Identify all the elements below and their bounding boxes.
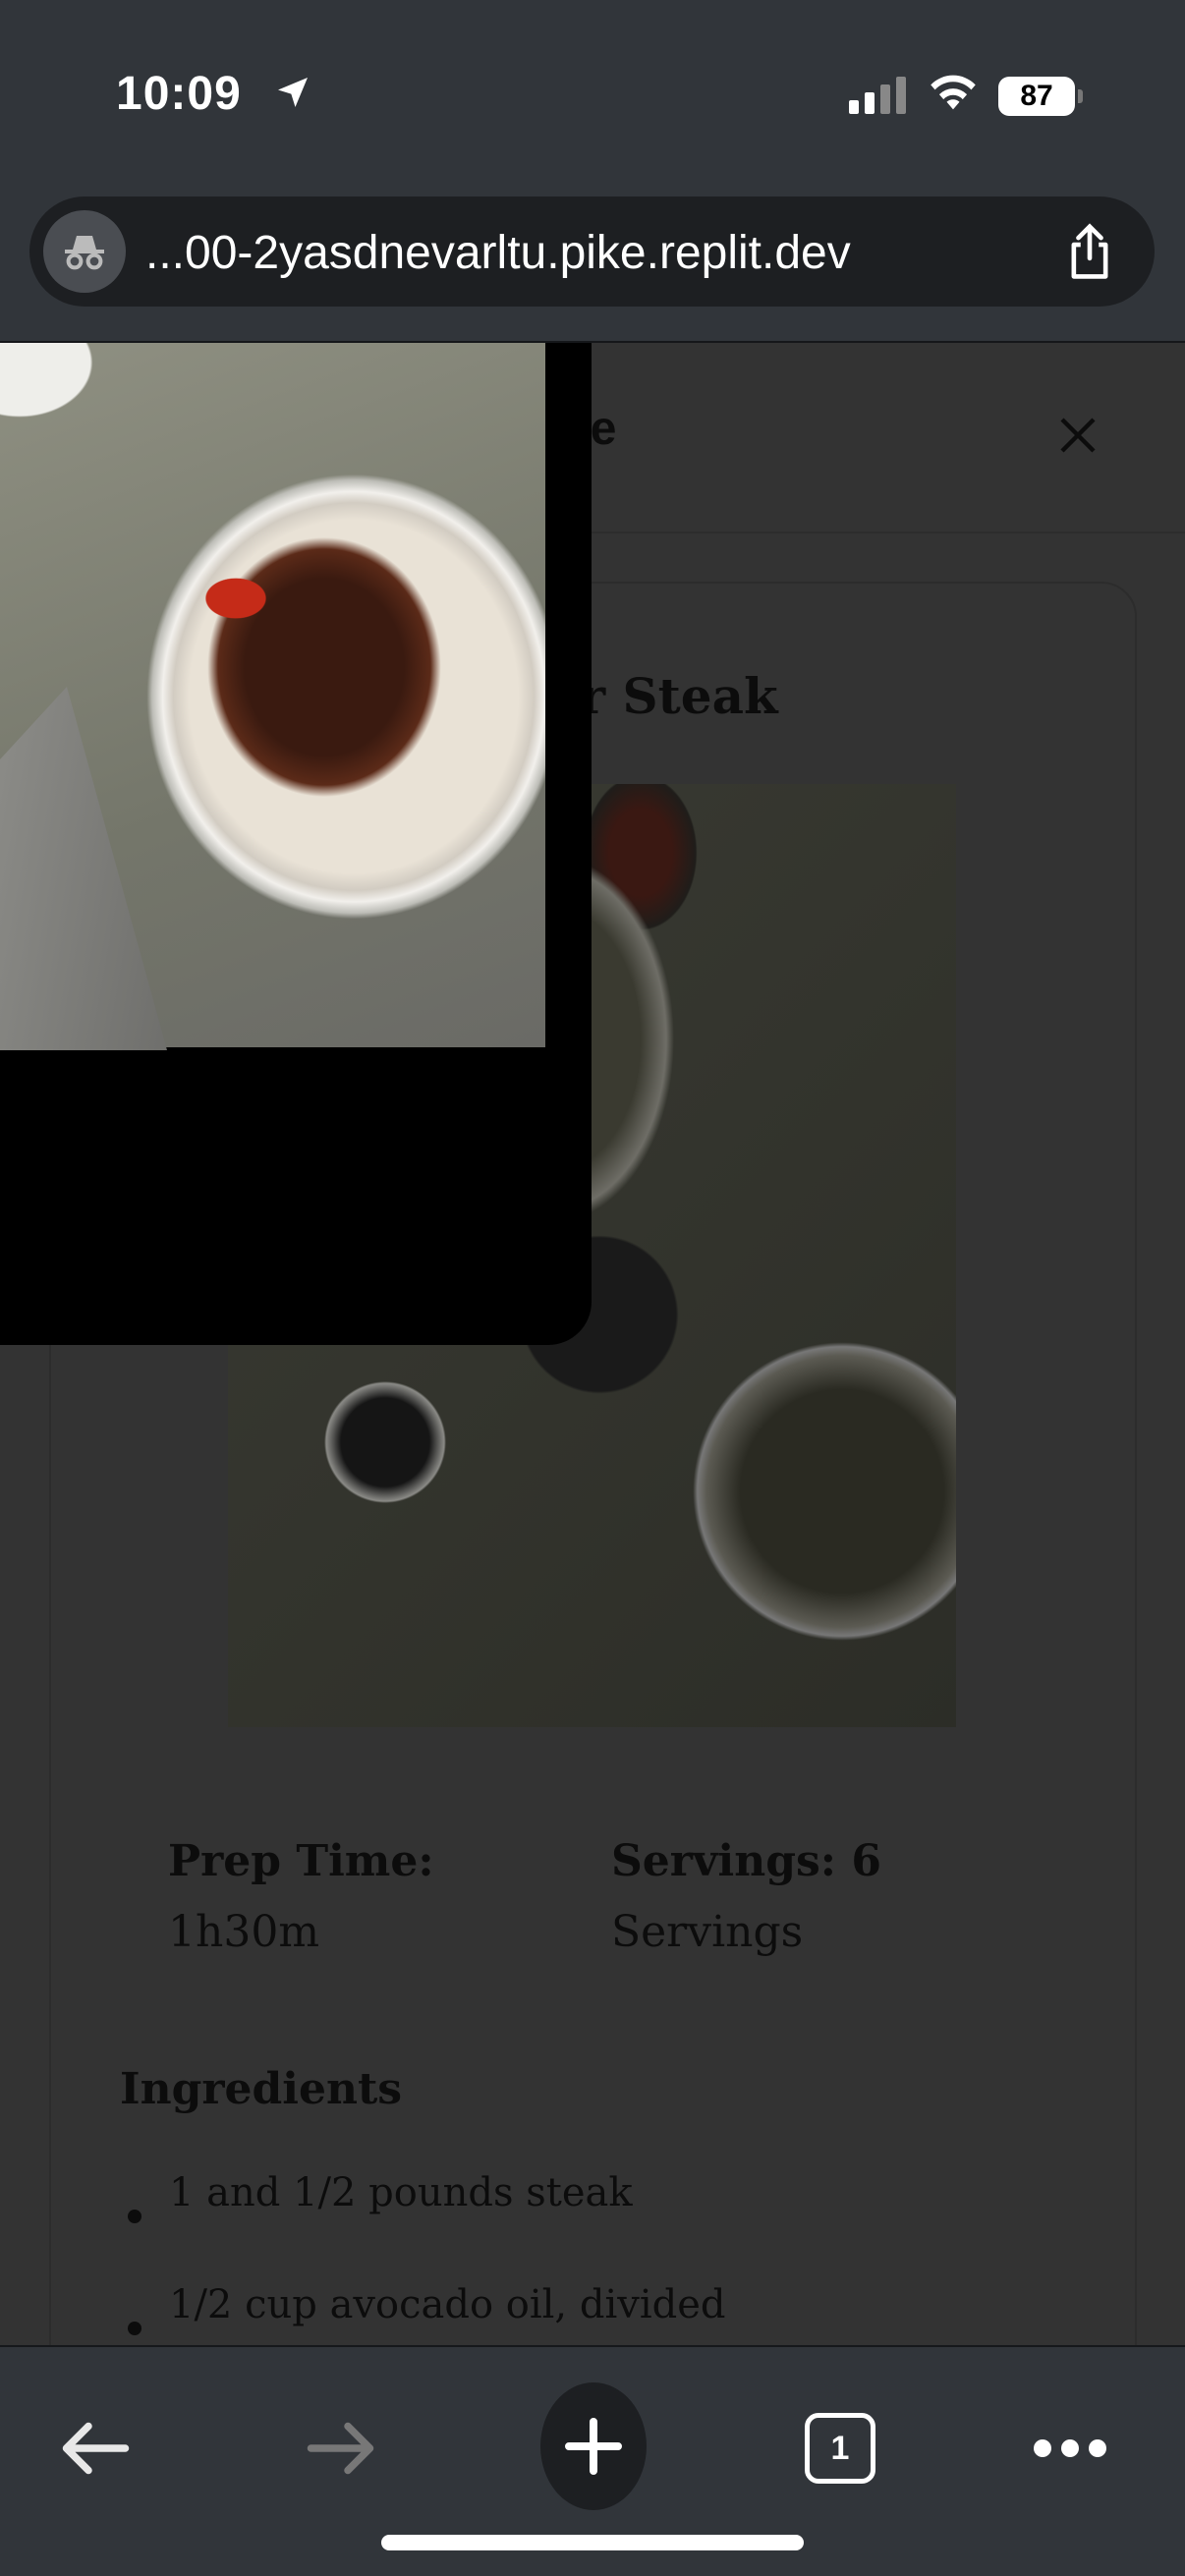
more-menu-button[interactable] — [1016, 2394, 1124, 2502]
more-icon — [1034, 2439, 1106, 2457]
bullet — [128, 2210, 141, 2223]
list-item: 1/2 cup avocado oil, divided — [120, 2282, 726, 2335]
share-icon[interactable] — [1062, 222, 1117, 281]
bullet — [128, 2322, 141, 2335]
plus-icon — [565, 2418, 622, 2475]
tab-count: 1 — [805, 2413, 875, 2484]
incognito-icon[interactable] — [43, 210, 126, 293]
servings-value: Servings — [611, 1907, 804, 1957]
prep-time-label: Prep Time: — [168, 1836, 434, 1886]
prep-time-value: 1h30m — [168, 1907, 320, 1957]
home-indicator[interactable] — [381, 2535, 804, 2550]
image-preview-popover[interactable] — [0, 343, 592, 1345]
location-arrow-icon — [278, 78, 308, 107]
preview-image[interactable] — [0, 343, 545, 1047]
battery-indicator: 87 — [998, 77, 1083, 116]
servings: Servings: 6 Servings — [611, 1826, 881, 1968]
wifi-icon — [931, 75, 976, 110]
arrow-left-icon — [62, 2422, 130, 2475]
back-button[interactable] — [39, 2394, 147, 2502]
tabs-button[interactable]: 1 — [786, 2394, 894, 2502]
arrow-right-icon — [307, 2422, 374, 2475]
status-bar: 10:09 87 ...00-2yasdnevarltu.pike.replit… — [0, 0, 1185, 307]
url-text[interactable]: ...00-2yasdnevarltu.pike.replit.dev — [145, 226, 851, 280]
ingredients-heading: Ingredients — [120, 2064, 403, 2114]
forward-button[interactable] — [289, 2394, 397, 2502]
servings-label: Servings: 6 — [611, 1836, 881, 1886]
prep-time: Prep Time: 1h30m — [168, 1826, 434, 1968]
clock: 10:09 — [116, 68, 242, 120]
cellular-signal-icon — [849, 77, 906, 114]
address-bar[interactable]: ...00-2yasdnevarltu.pike.replit.dev — [29, 196, 1155, 307]
close-icon[interactable] — [1058, 416, 1098, 455]
list-item: 1 and 1/2 pounds steak — [120, 2170, 633, 2223]
new-tab-button[interactable] — [540, 2382, 647, 2510]
